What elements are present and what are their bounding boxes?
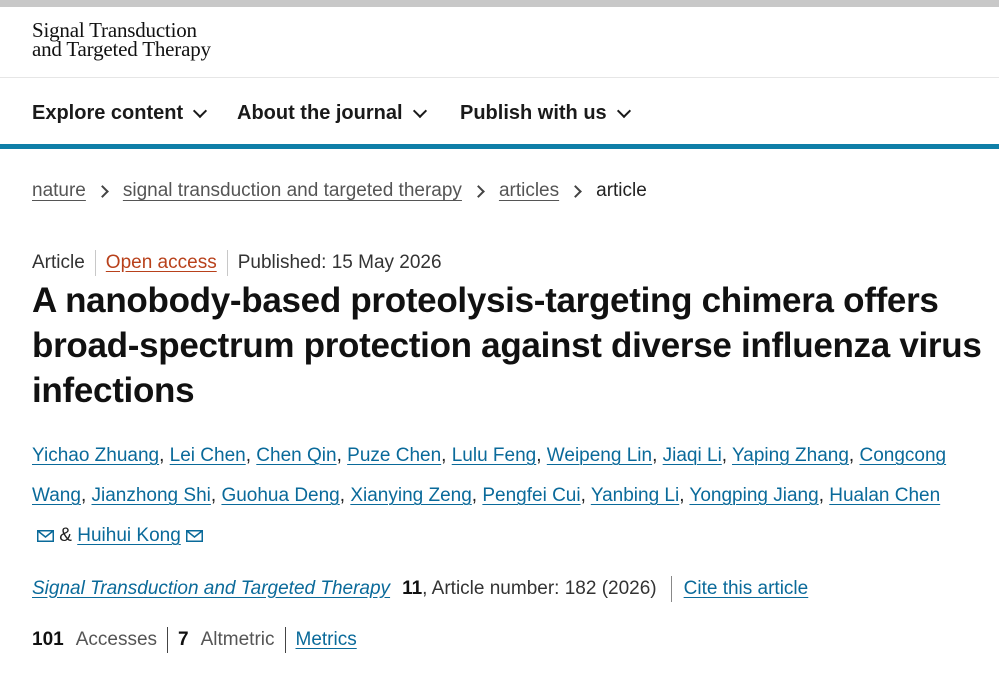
author-link[interactable]: Xianying Zeng: [350, 485, 471, 506]
journal-logo[interactable]: Signal Transduction and Targeted Therapy: [32, 20, 211, 61]
mail-icon[interactable]: [185, 530, 203, 542]
author-link[interactable]: Yichao Zhuang: [32, 445, 159, 466]
divider: [226, 250, 228, 276]
open-access-link[interactable]: Open access: [106, 252, 217, 274]
author-link[interactable]: Lei Chen: [170, 445, 246, 466]
chevron-down-icon: [193, 103, 208, 118]
divider: [167, 627, 169, 653]
author-link[interactable]: Jianzhong Shi: [92, 485, 211, 506]
author-link[interactable]: Weipeng Lin: [547, 445, 652, 466]
author-joiner: &: [59, 525, 72, 546]
masthead: Signal Transduction and Targeted Therapy: [0, 7, 999, 78]
author-link[interactable]: Jiaqi Li: [663, 445, 722, 466]
chevron-right-icon: [569, 184, 582, 198]
author-link[interactable]: Hualan Chen: [829, 485, 940, 506]
author-link[interactable]: Pengfei Cui: [482, 485, 580, 506]
nav-publish-with-us-label: Publish with us: [460, 102, 607, 124]
altmetric-label: Altmetric: [200, 629, 275, 650]
author-link[interactable]: Guohua Deng: [221, 485, 339, 506]
author-list: Yichao Zhuang, Lei Chen, Chen Qin, Puze …: [32, 445, 947, 546]
article-number: , Article number: 182 (2026): [422, 578, 657, 599]
volume-number: 11: [402, 578, 423, 599]
author-link[interactable]: Puze Chen: [347, 445, 441, 466]
top-strip: [0, 0, 999, 7]
chevron-right-icon: [472, 184, 485, 198]
chevron-down-icon: [616, 103, 631, 118]
author-link[interactable]: Huihui Kong: [77, 525, 181, 546]
divider: [284, 627, 286, 653]
author-link[interactable]: Chen Qin: [256, 445, 336, 466]
accesses-count: 101: [32, 629, 64, 650]
breadcrumb-current: article: [596, 180, 647, 201]
article-metrics: 101 Accesses 7 Altmetric Metrics: [32, 627, 357, 653]
altmetric-count: 7: [178, 629, 189, 650]
journal-link[interactable]: Signal Transduction and Targeted Therapy: [32, 578, 390, 600]
article-meta: Article Open access Published: 15 May 20…: [32, 250, 442, 276]
nav-publish-with-us[interactable]: Publish with us: [460, 102, 631, 125]
divider: [670, 576, 672, 602]
author-link[interactable]: Yongping Jiang: [689, 485, 818, 506]
author-link[interactable]: Lulu Feng: [452, 445, 537, 466]
logo-line-2: and Targeted Therapy: [32, 37, 211, 61]
author-link[interactable]: Yaping Zhang: [732, 445, 849, 466]
breadcrumb-articles[interactable]: articles: [499, 180, 559, 202]
cite-this-article-link[interactable]: Cite this article: [684, 578, 809, 600]
nav-about-journal-label: About the journal: [237, 102, 403, 124]
nav-explore-content[interactable]: Explore content: [32, 102, 208, 125]
article-title: A nanobody-based proteolysis-targeting c…: [32, 281, 982, 410]
divider: [94, 250, 96, 276]
published-date: Published: 15 May 2026: [237, 252, 442, 273]
breadcrumb-journal[interactable]: signal transduction and targeted therapy: [123, 180, 462, 202]
nav-about-journal[interactable]: About the journal: [237, 102, 427, 125]
accesses-label: Accesses: [75, 629, 158, 650]
nav-explore-content-label: Explore content: [32, 102, 184, 124]
author-link[interactable]: Yanbing Li: [591, 485, 679, 506]
chevron-right-icon: [96, 184, 109, 198]
citation-line: Signal Transduction and Targeted Therapy…: [32, 576, 808, 602]
breadcrumb: nature signal transduction and targeted …: [32, 180, 647, 202]
chevron-down-icon: [412, 103, 427, 118]
metrics-link[interactable]: Metrics: [296, 629, 357, 651]
breadcrumb-nature[interactable]: nature: [32, 180, 86, 202]
main-nav: Explore content About the journal Publis…: [0, 78, 999, 149]
article-type: Article: [32, 252, 85, 273]
mail-icon[interactable]: [37, 530, 54, 542]
